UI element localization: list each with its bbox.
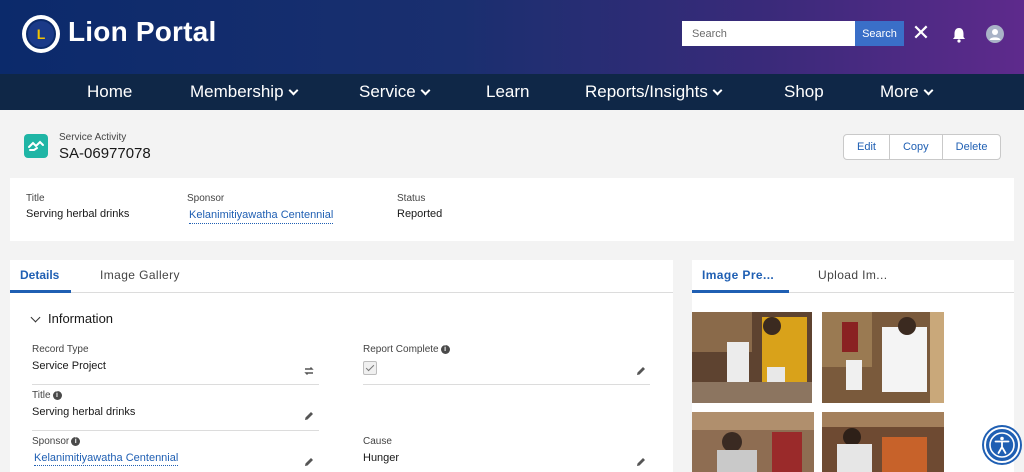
brand-title[interactable]: Lion Portal xyxy=(68,16,216,48)
search-input[interactable] xyxy=(682,21,855,46)
tab-image-gallery[interactable]: Image Gallery xyxy=(100,268,180,282)
title-value: Serving herbal drinks xyxy=(26,208,130,220)
search-button[interactable]: Search xyxy=(855,21,904,46)
sponsor-link[interactable]: Kelanimitiyawatha Centennial xyxy=(189,209,334,224)
delete-button[interactable]: Delete xyxy=(943,135,1001,159)
active-tab-indicator xyxy=(692,290,789,293)
chevron-down-icon xyxy=(420,85,431,96)
cause-label: Cause xyxy=(363,436,392,447)
bell-icon[interactable] xyxy=(950,26,968,44)
edit-pencil-icon[interactable] xyxy=(303,410,315,422)
tab-image-preview[interactable]: Image Pre... xyxy=(702,268,774,282)
sponsor-field-label: Sponsor i xyxy=(32,436,81,447)
status-label: Status xyxy=(397,193,426,204)
record-name: SA-06977078 xyxy=(59,145,151,162)
nav-membership[interactable]: Membership xyxy=(190,74,298,110)
record-actions: Edit Copy Delete xyxy=(843,134,1002,160)
status-value: Reported xyxy=(397,208,443,220)
chevron-down-icon xyxy=(288,85,298,96)
report-complete-checkbox xyxy=(363,361,377,375)
title-field-label: Title i xyxy=(32,390,62,401)
title-label: Title xyxy=(26,193,45,204)
accessibility-button[interactable] xyxy=(984,427,1020,463)
sponsor-label: Sponsor xyxy=(187,193,225,204)
nav-more[interactable]: More xyxy=(880,74,934,110)
title-field-value: Serving herbal drinks xyxy=(32,406,136,418)
tab-details[interactable]: Details xyxy=(20,268,59,282)
info-icon[interactable]: i xyxy=(52,391,62,400)
cause-value: Hunger xyxy=(363,452,400,464)
highlights-panel: Title Serving herbal drinks Sponsor Kela… xyxy=(10,178,1014,241)
nav-learn[interactable]: Learn xyxy=(486,74,529,110)
accessibility-icon xyxy=(989,432,1015,458)
sponsor-field-link[interactable]: Kelanimitiyawatha Centennial xyxy=(34,452,179,466)
nav-reports-insights[interactable]: Reports/Insights xyxy=(585,74,723,110)
edit-pencil-icon[interactable] xyxy=(635,365,647,377)
report-complete-label: Report Complete i xyxy=(363,344,450,355)
record-type-label: Service Activity xyxy=(59,132,127,143)
gallery-photo[interactable] xyxy=(692,412,814,472)
copy-button[interactable]: Copy xyxy=(890,135,943,159)
change-record-type-icon[interactable] xyxy=(303,365,315,377)
nav-service[interactable]: Service xyxy=(359,74,431,110)
section-information-title[interactable]: Information xyxy=(48,311,113,326)
gallery-photo[interactable] xyxy=(692,312,812,403)
edit-button[interactable]: Edit xyxy=(844,135,890,159)
gallery-photo[interactable] xyxy=(822,412,944,472)
chevron-down-icon xyxy=(712,85,723,96)
chevron-down-icon xyxy=(923,85,934,96)
service-activity-icon xyxy=(24,134,48,158)
edit-pencil-icon[interactable] xyxy=(635,456,647,468)
gallery-photo[interactable] xyxy=(822,312,944,403)
close-icon[interactable]: ✕ xyxy=(910,20,932,46)
active-tab-indicator xyxy=(10,290,71,293)
nav-home[interactable]: Home xyxy=(87,74,132,110)
avatar-icon[interactable] xyxy=(986,25,1004,43)
record-type-label: Record Type xyxy=(32,344,89,355)
record-type-value: Service Project xyxy=(32,360,106,372)
info-icon[interactable]: i xyxy=(71,437,81,446)
edit-pencil-icon[interactable] xyxy=(303,456,315,468)
info-icon[interactable]: i xyxy=(440,345,450,354)
lions-logo-icon[interactable]: L xyxy=(22,15,60,53)
nav-shop[interactable]: Shop xyxy=(784,74,824,110)
tab-upload-image[interactable]: Upload Im... xyxy=(818,268,888,282)
